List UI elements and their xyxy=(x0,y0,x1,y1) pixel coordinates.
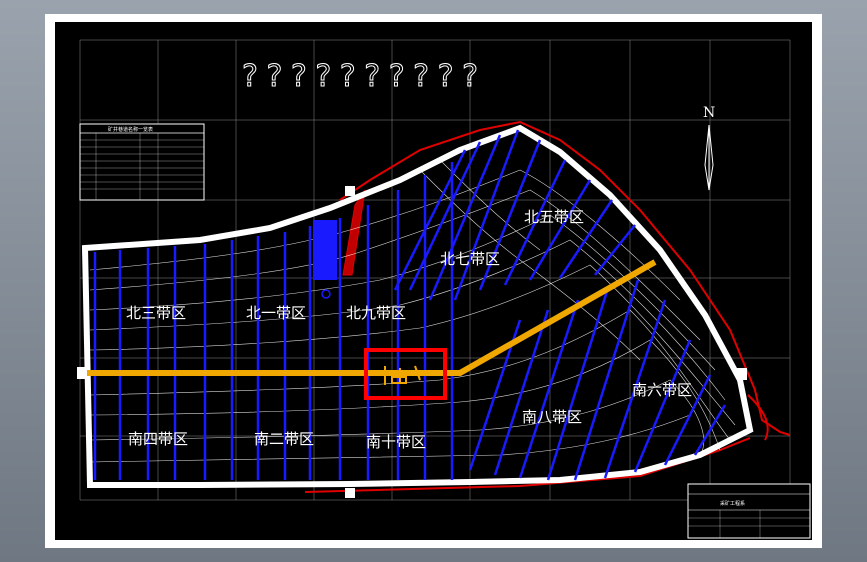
titleblock-name: 采矿工程系 xyxy=(720,500,745,507)
zone-south-10: 南十带区 xyxy=(366,433,426,451)
legend-title: 矿井巷道名称一览表 xyxy=(108,126,153,133)
title-block: 采矿工程系 xyxy=(687,483,811,539)
mine-plan-drawing: ?????????? N 矿井巷道名称一览表 采矿工程系 北五带区 北七带区 北… xyxy=(77,39,811,539)
boundary-marker-west xyxy=(77,367,87,379)
red-boundary-outline xyxy=(339,120,791,436)
boundary-marker-east xyxy=(737,368,747,380)
zone-north-5: 北五带区 xyxy=(524,208,584,226)
contour-lines xyxy=(89,159,736,463)
shaft-pillar-block xyxy=(313,220,337,280)
zone-north-1: 北一带区 xyxy=(246,304,306,322)
boundary-marker-north xyxy=(345,186,355,196)
drawing-title: ?????????? xyxy=(242,59,478,94)
zone-north-9: 北九带区 xyxy=(346,304,406,322)
shaft-marker xyxy=(321,289,331,299)
zone-south-4: 南四带区 xyxy=(128,430,188,448)
zone-south-8: 南八带区 xyxy=(522,408,582,426)
zone-north-3: 北三带区 xyxy=(126,304,186,322)
zone-south-6: 南六带区 xyxy=(632,381,692,399)
north-arrow-icon xyxy=(704,124,714,191)
zone-south-2: 南二带区 xyxy=(254,430,314,448)
boundary-marker-south xyxy=(345,488,355,498)
roadway-legend-table: 矿井巷道名称一览表 xyxy=(79,123,205,201)
zone-north-7: 北七带区 xyxy=(440,250,500,268)
north-label: N xyxy=(703,105,715,121)
east-panel-lines xyxy=(393,129,727,481)
